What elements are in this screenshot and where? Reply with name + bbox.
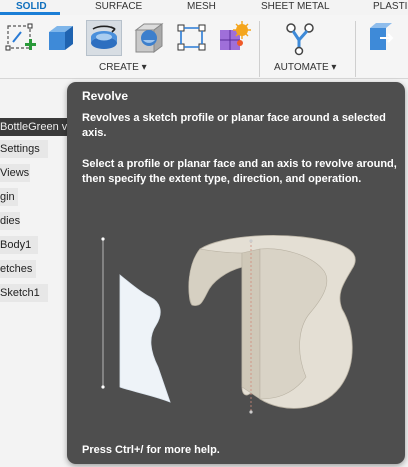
browser-item-views[interactable]: Views xyxy=(0,164,30,182)
revolve-button[interactable] xyxy=(86,20,122,56)
revolve-icon xyxy=(91,25,117,49)
tab-sheet-metal[interactable]: SHEET METAL xyxy=(261,1,330,13)
sketch-profile xyxy=(119,274,171,403)
create-sketch-button[interactable] xyxy=(3,20,39,56)
create-sketch-icon xyxy=(5,23,36,51)
insert-button[interactable] xyxy=(366,20,402,56)
tooltip-description: Revolves a sketch profile or planar face… xyxy=(82,112,386,139)
hole-icon xyxy=(134,23,164,53)
tooltip-help-hint: Press Ctrl+/ for more help. xyxy=(82,444,220,456)
browser-item-body1[interactable]: Body1 xyxy=(0,236,38,254)
browser-item-settings[interactable]: Settings xyxy=(0,140,48,158)
extrude-button[interactable] xyxy=(43,20,79,56)
browser-item-sketch1[interactable]: Sketch1 xyxy=(0,284,48,302)
hole-button[interactable] xyxy=(131,20,167,56)
revolve-tooltip: Revolve Revolves a sketch profile or pla… xyxy=(67,82,405,464)
revolve-illustration xyxy=(101,235,356,414)
tab-mesh[interactable]: MESH xyxy=(187,1,216,13)
revolved-body xyxy=(188,235,356,414)
tab-plastic[interactable]: PLASTI xyxy=(373,1,407,13)
tooltip-detail: Select a profile or planar face and an a… xyxy=(82,158,397,185)
browser-item-sketches[interactable]: etches xyxy=(0,260,36,278)
extrude-icon xyxy=(49,26,73,50)
browser-item-origin[interactable]: gin xyxy=(0,188,18,206)
pattern-icon xyxy=(177,24,206,51)
automate-icon xyxy=(286,23,314,56)
insert-icon xyxy=(370,23,394,50)
browser-panel: BottleGreen v Settings Views gin dies Bo… xyxy=(0,112,72,312)
pattern-button[interactable] xyxy=(175,20,211,56)
form-icon xyxy=(220,21,251,50)
automate-button[interactable] xyxy=(283,20,319,56)
automate-group-label[interactable]: AUTOMATE ▾ xyxy=(274,62,336,73)
browser-root-item[interactable]: BottleGreen v xyxy=(0,118,70,136)
form-button[interactable] xyxy=(216,20,252,56)
browser-item-bodies[interactable]: dies xyxy=(0,212,20,230)
ribbon-toolbar: CREATE ▾ AUTOMATE ▾ xyxy=(0,15,408,79)
toolbar-separator xyxy=(355,21,356,77)
tooltip-title: Revolve xyxy=(82,89,129,103)
tab-surface[interactable]: SURFACE xyxy=(95,1,142,13)
toolbar-separator xyxy=(259,21,260,77)
ribbon-tabs: SOLID SURFACE MESH SHEET METAL PLASTI xyxy=(0,0,408,15)
create-group-label[interactable]: CREATE ▾ xyxy=(99,62,147,73)
